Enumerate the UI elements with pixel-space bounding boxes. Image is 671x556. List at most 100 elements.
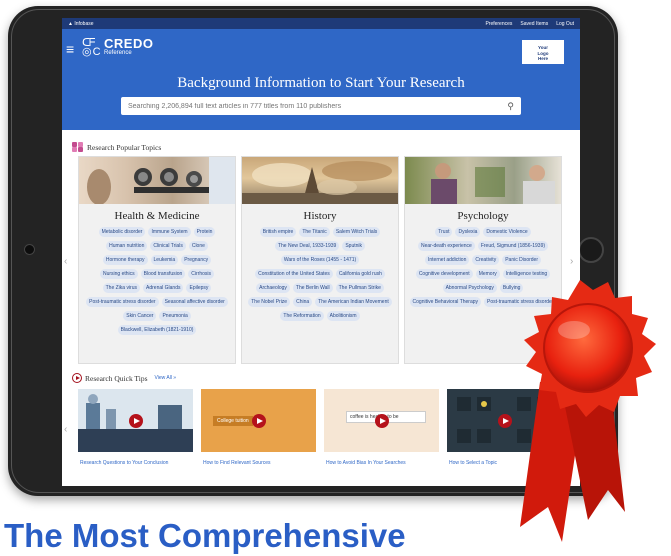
topic-tag[interactable]: The Zika virus: [102, 283, 141, 293]
topic-tag[interactable]: Blood transfusion: [140, 269, 186, 279]
quick-tips-title: Research Quick Tips: [85, 373, 148, 383]
tag-list: Metabolic disorder Immune System Protein…: [79, 227, 235, 335]
topic-tag[interactable]: The American Indian Movement: [315, 297, 392, 307]
topic-tag[interactable]: The Nobel Prize: [248, 297, 291, 307]
topic-tag[interactable]: Abnormal Psychology: [442, 283, 497, 293]
topic-tag[interactable]: Abolitionism: [326, 311, 360, 321]
topic-tag[interactable]: Salem Witch Trials: [332, 227, 381, 237]
carousel-prev-icon[interactable]: ‹: [64, 256, 67, 267]
search-icon[interactable]: ⚲: [507, 101, 514, 112]
topic-tag[interactable]: Skin Cancer: [123, 311, 157, 321]
topic-tag[interactable]: The Titanic: [299, 227, 330, 237]
topic-tag[interactable]: Leukemia: [150, 255, 179, 265]
hamburger-menu-icon[interactable]: ≡: [66, 42, 74, 56]
topic-tag[interactable]: Pneumonia: [159, 311, 191, 321]
topic-tag[interactable]: Creativity: [472, 255, 500, 265]
topic-tag[interactable]: Clinical Trials: [150, 241, 186, 251]
tip-video-research-questions[interactable]: Research Questions to Your Conclusion: [78, 389, 193, 466]
topic-tag[interactable]: China: [293, 297, 313, 307]
topic-tag[interactable]: Clone: [188, 241, 208, 251]
topic-tag[interactable]: Internet addiction: [425, 255, 470, 265]
card-title: Psychology: [457, 210, 509, 222]
topic-tag[interactable]: British empire: [259, 227, 297, 237]
topic-tag[interactable]: Nursing ethics: [99, 269, 138, 279]
tips-prev-icon[interactable]: ‹: [64, 424, 67, 435]
topics-icon: [72, 142, 84, 152]
topic-card-health-medicine[interactable]: Health & Medicine Metabolic disorder Imm…: [78, 156, 236, 364]
topic-tag[interactable]: Near-death experience: [417, 241, 475, 251]
topic-tag[interactable]: Post-traumatic stress disorder: [86, 297, 159, 307]
topic-tag[interactable]: Freud, Sigmund (1856-1939): [477, 241, 549, 251]
topic-tag[interactable]: The New Deal, 1933-1939: [274, 241, 340, 251]
topic-tag[interactable]: Epilepsy: [186, 283, 212, 293]
play-circle-icon: [72, 373, 82, 383]
topic-tag[interactable]: Archaeology: [256, 283, 290, 293]
topic-tag[interactable]: Sputnik: [342, 241, 366, 251]
search-input[interactable]: [128, 102, 468, 110]
account-links: Preferences Saved Items Log Out: [485, 21, 574, 27]
preferences-link[interactable]: Preferences: [485, 21, 512, 27]
topic-tag[interactable]: Hormone therapy: [102, 255, 148, 265]
tip-video-avoid-bias[interactable]: coffee is healthy to be How to Avoid Bia…: [324, 389, 439, 466]
tip-video-relevant-sources[interactable]: College tuition How to Find Relevant Sou…: [201, 389, 316, 466]
carousel-next-icon[interactable]: ›: [570, 256, 573, 267]
tip-caption[interactable]: How to Avoid Bias In Your Searches: [324, 452, 439, 466]
topic-tag[interactable]: The Pullman Strike: [335, 283, 384, 293]
infobase-brand[interactable]: ▲ Infobase: [68, 21, 94, 27]
tip-caption[interactable]: How to Find Relevant Sources: [201, 452, 316, 466]
history-image: [242, 157, 398, 204]
video-play-icon[interactable]: [251, 413, 266, 428]
saved-items-link[interactable]: Saved Items: [520, 21, 548, 27]
card-title: Health & Medicine: [114, 210, 200, 222]
thumbnail-text: College tuition: [213, 416, 253, 426]
view-all-link[interactable]: View All »: [155, 375, 177, 381]
log-out-link[interactable]: Log Out: [556, 21, 574, 27]
video-play-icon[interactable]: [374, 413, 389, 428]
search-hero: Background Information to Start Your Res…: [62, 73, 580, 130]
home-button[interactable]: [578, 237, 604, 263]
topic-tag[interactable]: Adrenal Glands: [143, 283, 184, 293]
popular-topics-title: Research Popular Topics: [87, 142, 162, 152]
topic-tag[interactable]: Metabolic disorder: [98, 227, 146, 237]
award-ribbon-icon: [520, 280, 656, 542]
topic-tag[interactable]: Blackwell, Elizabeth (1821-1910): [117, 325, 197, 335]
logo-subtitle: Reference: [104, 50, 132, 56]
topic-tag[interactable]: Domestic Violence: [483, 227, 531, 237]
search-bar[interactable]: ⚲: [121, 97, 521, 115]
topic-tag[interactable]: The Reformation: [280, 311, 324, 321]
site-header: ≡ ᑕᖴ ◎ C CREDO Reference Your Logo Here: [62, 29, 580, 73]
credo-logo-mark-icon: ᑕᖴ ◎ C: [82, 36, 101, 58]
topic-tag[interactable]: California gold rush: [335, 269, 385, 279]
topic-tag[interactable]: Human nutrition: [106, 241, 148, 251]
topic-tag[interactable]: Protein: [193, 227, 216, 237]
health-medicine-image: [79, 157, 235, 204]
video-thumbnail: [78, 389, 193, 452]
hero-title: Background Information to Start Your Res…: [177, 75, 465, 91]
tip-caption[interactable]: Research Questions to Your Conclusion: [78, 452, 193, 466]
your-logo-here-button[interactable]: Your Logo Here: [522, 40, 564, 64]
topic-tag[interactable]: Cognitive development: [415, 269, 473, 279]
topic-tag[interactable]: Cirrhosis: [188, 269, 215, 279]
quick-tips-heading: Research Quick Tips View All »: [72, 373, 176, 383]
card-title: History: [303, 210, 337, 222]
topic-tag[interactable]: Panic Disorder: [502, 255, 541, 265]
camera-icon: [24, 244, 35, 255]
topic-tag[interactable]: Seasonal affective disorder: [161, 297, 228, 307]
credo-logo[interactable]: ᑕᖴ ◎ C CREDO Reference: [82, 36, 154, 58]
psychology-image: [405, 157, 561, 204]
topic-tag[interactable]: Cognitive Behavioral Therapy: [409, 297, 482, 307]
topic-tag[interactable]: Dyslexia: [455, 227, 481, 237]
topic-tag[interactable]: Pregnancy: [181, 255, 212, 265]
tag-list: British empire The Titanic Salem Witch T…: [242, 227, 398, 321]
video-thumbnail: coffee is healthy to be: [324, 389, 439, 452]
topic-tag[interactable]: Constitution of the United States: [255, 269, 333, 279]
topic-tag[interactable]: Trust: [435, 227, 453, 237]
logo-name: CREDO: [104, 36, 154, 51]
topic-card-history[interactable]: History British empire The Titanic Salem…: [241, 156, 399, 364]
video-thumbnail: College tuition: [201, 389, 316, 452]
video-play-icon[interactable]: [128, 413, 143, 428]
topic-tag[interactable]: The Berlin Wall: [292, 283, 333, 293]
topic-tag[interactable]: Wars of the Roses (1455 - 1471): [280, 255, 360, 265]
topic-tag[interactable]: Immune System: [148, 227, 191, 237]
top-bar: ▲ Infobase Preferences Saved Items Log O…: [62, 18, 580, 29]
